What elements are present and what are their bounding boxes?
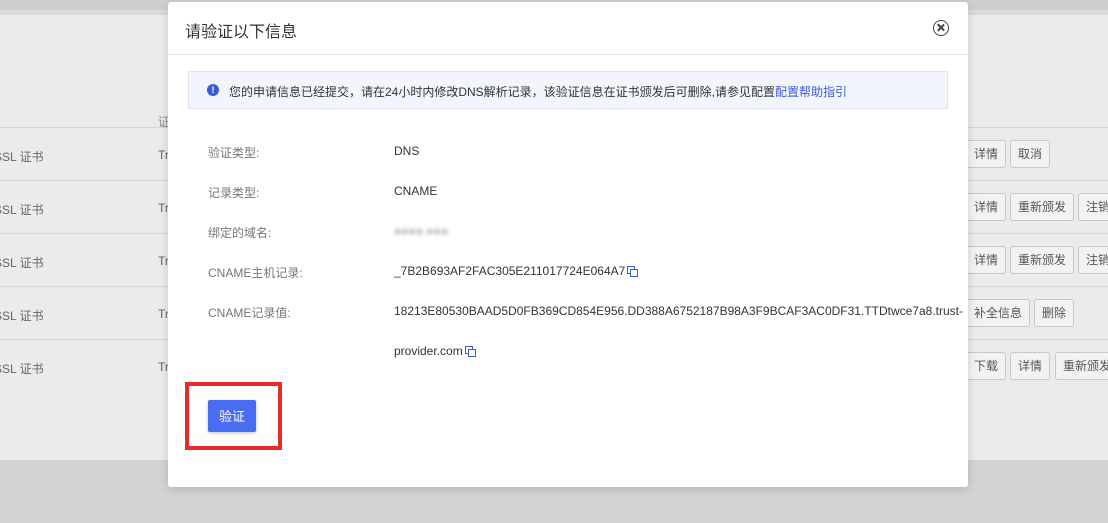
cname-record-value: 18213E80530BAAD5D0FB369CD854E956.DD388A6… — [394, 304, 963, 318]
download-button[interactable]: 下载 — [966, 352, 1007, 380]
cert-name: SSL 证书 — [0, 150, 44, 164]
cert-name: SSL 证书 — [0, 309, 44, 323]
info-icon: ! — [207, 84, 219, 96]
notice-message: 您的申请信息已经提交，请在24小时内修改DNS解析记录，该验证信息在证书颁发后可… — [229, 85, 776, 99]
highlight-annotation — [185, 382, 282, 450]
dialog-title: 请验证以下信息 — [185, 24, 298, 41]
cert-name: SSL 证书 — [0, 362, 44, 376]
cert-name: SSL 证书 — [0, 203, 44, 217]
verify-type-label: 验证类型: — [208, 146, 260, 160]
details-button[interactable]: 详情 — [966, 246, 1007, 274]
bound-domain-label: 绑定的域名: — [208, 226, 272, 240]
help-guide-link[interactable]: 配置帮助指引 — [775, 85, 847, 99]
record-type-label: 记录类型: — [208, 186, 260, 200]
cname-host-value: _7B2B693AF2FAC305E211017724E064A7 — [394, 264, 626, 278]
close-icon[interactable] — [933, 20, 949, 36]
info-notice: ! 您的申请信息已经提交，请在24小时内修改DNS解析记录，该验证信息在证书颁发… — [188, 71, 948, 109]
notice-text: 您的申请信息已经提交，请在24小时内修改DNS解析记录，该验证信息在证书颁发后可… — [229, 83, 847, 100]
record-type-value: CNAME — [394, 184, 438, 198]
details-button[interactable]: 详情 — [966, 140, 1007, 168]
cname-record-value-cont: provider.com — [394, 344, 463, 358]
verify-type-value: DNS — [394, 144, 420, 158]
details-button[interactable]: 详情 — [966, 193, 1007, 221]
bound-domain-value: ●●●●.●●● — [394, 224, 449, 238]
cname-value-label: CNAME记录值: — [208, 306, 291, 320]
cancel-button[interactable]: 取消 — [1010, 140, 1051, 168]
copy-icon[interactable] — [627, 266, 639, 277]
reissue-button[interactable]: 重新颁发 — [1010, 193, 1075, 221]
dialog-header: 请验证以下信息 — [168, 2, 968, 55]
reissue-button[interactable]: 重新颁发 — [1010, 246, 1075, 274]
delete-button[interactable]: 删除 — [1034, 299, 1075, 327]
revoke-button[interactable]: 注销 — [1078, 193, 1108, 221]
cname-record-value-row2: provider.com — [394, 344, 476, 358]
cname-host-label: CNAME主机记录: — [208, 266, 303, 280]
complete-info-button[interactable]: 补全信息 — [966, 299, 1031, 327]
revoke-button[interactable]: 注销 — [1078, 246, 1108, 274]
details-button[interactable]: 详情 — [1010, 352, 1051, 380]
reissue-button[interactable]: 重新颁发 — [1055, 352, 1108, 380]
verify-dialog: 请验证以下信息 ! 您的申请信息已经提交，请在24小时内修改DNS解析记录，该验… — [168, 2, 968, 487]
cert-name: SSL 证书 — [0, 256, 44, 270]
copy-icon[interactable] — [464, 346, 476, 357]
cname-host-value-row: _7B2B693AF2FAC305E211017724E064A7 — [394, 264, 639, 278]
